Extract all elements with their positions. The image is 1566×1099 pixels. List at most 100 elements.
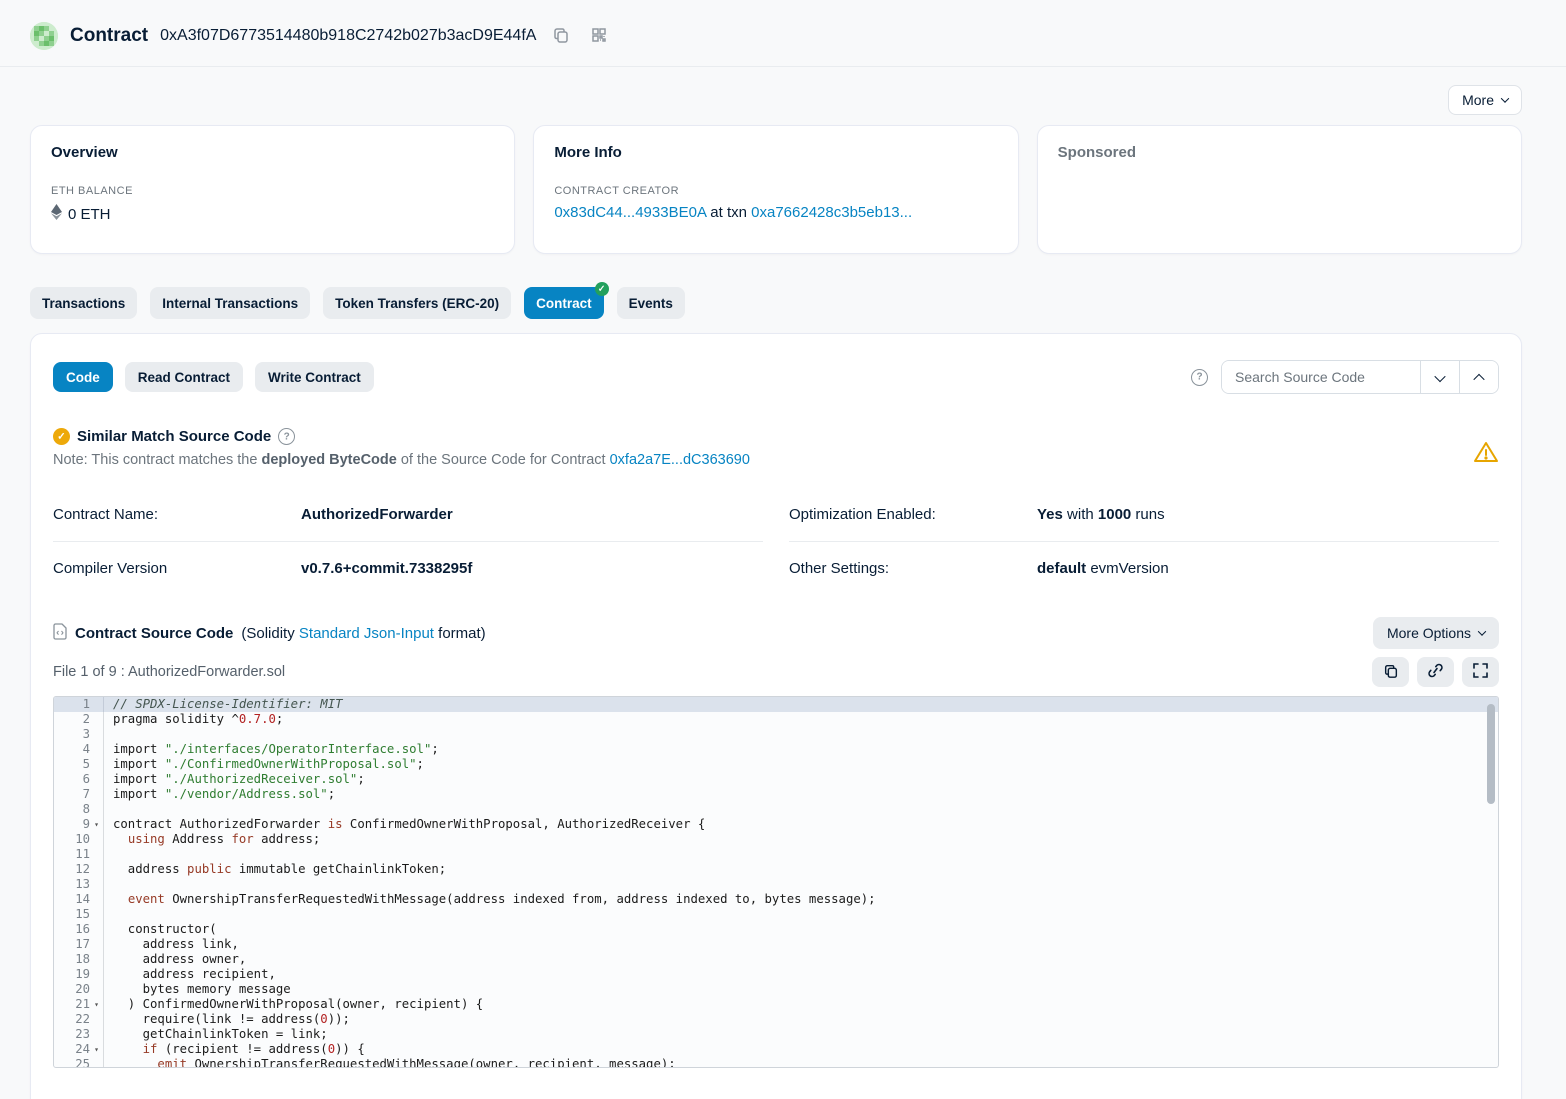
fold-toggle-icon[interactable]: ▾ bbox=[90, 997, 103, 1012]
code-line: 13 bbox=[54, 877, 1498, 892]
copy-icon bbox=[552, 26, 570, 47]
code-line: 23 getChainlinkToken = link; bbox=[54, 1027, 1498, 1042]
fold-gutter bbox=[90, 832, 103, 847]
copy-source-button[interactable] bbox=[1372, 657, 1409, 687]
fold-gutter bbox=[90, 1027, 103, 1042]
code-text bbox=[104, 907, 113, 922]
code-text: address recipient, bbox=[104, 967, 276, 982]
code-line: 3 bbox=[54, 727, 1498, 742]
line-number: 20 bbox=[54, 982, 90, 997]
fold-gutter bbox=[90, 922, 103, 937]
line-number: 11 bbox=[54, 847, 90, 862]
similar-match-check-icon bbox=[53, 428, 70, 445]
tab-token-transfers[interactable]: Token Transfers (ERC-20) bbox=[323, 287, 511, 319]
subtab-code[interactable]: Code bbox=[53, 362, 113, 392]
fold-gutter bbox=[90, 937, 103, 952]
code-text: pragma solidity ^0.7.0; bbox=[104, 712, 283, 727]
fold-gutter bbox=[90, 892, 103, 907]
at-txn-text: at txn bbox=[706, 204, 751, 221]
page-header: Contract 0xA3f07D6773514480b918C2742b027… bbox=[0, 0, 1566, 50]
fold-gutter bbox=[90, 727, 103, 742]
matched-contract-link[interactable]: 0xfa2a7E...dC363690 bbox=[610, 452, 750, 468]
code-text bbox=[104, 877, 113, 892]
line-number: 10 bbox=[54, 832, 90, 847]
line-number: 9 bbox=[54, 817, 90, 832]
permalink-button[interactable] bbox=[1417, 657, 1454, 687]
creation-txn-link[interactable]: 0xa7662428c3b5eb13... bbox=[751, 204, 912, 221]
search-source-code-input[interactable] bbox=[1222, 361, 1420, 393]
contract-creator-label: CONTRACT CREATOR bbox=[554, 185, 997, 197]
tab-contract[interactable]: Contract bbox=[524, 287, 604, 319]
subtab-read-contract[interactable]: Read Contract bbox=[125, 362, 243, 392]
code-line: 9▾contract AuthorizedForwarder is Confir… bbox=[54, 817, 1498, 832]
contract-name-value: AuthorizedForwarder bbox=[301, 506, 763, 523]
json-input-format-link[interactable]: Standard Json-Input bbox=[299, 625, 434, 642]
line-number: 12 bbox=[54, 862, 90, 877]
code-text: import "./interfaces/OperatorInterface.s… bbox=[104, 742, 439, 757]
line-number: 15 bbox=[54, 907, 90, 922]
more-options-button[interactable]: More Options bbox=[1373, 617, 1499, 649]
line-number: 18 bbox=[54, 952, 90, 967]
overview-card: Overview ETH BALANCE 0 ETH bbox=[30, 125, 515, 254]
eth-icon bbox=[51, 204, 62, 224]
other-settings-value: default evmVersion bbox=[1037, 560, 1499, 577]
search-help-icon[interactable] bbox=[1191, 369, 1208, 386]
subtab-write-contract[interactable]: Write Contract bbox=[255, 362, 374, 392]
code-text: bytes memory message bbox=[104, 982, 291, 997]
fold-gutter bbox=[90, 757, 103, 772]
tab-internal-transactions[interactable]: Internal Transactions bbox=[150, 287, 310, 319]
code-text: contract AuthorizedForwarder is Confirme… bbox=[104, 817, 705, 832]
source-format-text: (Solidity Standard Json-Input format) bbox=[241, 625, 485, 642]
optimization-label: Optimization Enabled: bbox=[789, 506, 1037, 523]
code-text: using Address for address; bbox=[104, 832, 320, 847]
line-number: 23 bbox=[54, 1027, 90, 1042]
warning-triangle-icon bbox=[1473, 451, 1499, 468]
fold-toggle-icon[interactable]: ▾ bbox=[90, 1042, 103, 1057]
fold-gutter bbox=[90, 802, 103, 817]
code-text bbox=[104, 847, 113, 862]
creator-address-link[interactable]: 0x83dC44...4933BE0A bbox=[554, 204, 706, 221]
chevron-down-icon bbox=[1501, 94, 1509, 102]
similar-match-help-icon[interactable] bbox=[278, 428, 295, 445]
line-number: 13 bbox=[54, 877, 90, 892]
fold-gutter bbox=[90, 862, 103, 877]
code-line: 15 bbox=[54, 907, 1498, 922]
code-text: constructor( bbox=[104, 922, 217, 937]
tab-events[interactable]: Events bbox=[617, 287, 685, 319]
header-divider bbox=[0, 66, 1566, 67]
fold-gutter bbox=[90, 982, 103, 997]
code-line: 7import "./vendor/Address.sol"; bbox=[54, 787, 1498, 802]
qr-code-button[interactable] bbox=[586, 23, 612, 49]
eth-balance-value: 0 ETH bbox=[68, 206, 111, 223]
code-lines: 1// SPDX-License-Identifier: MIT2pragma … bbox=[54, 697, 1498, 1067]
more-button[interactable]: More bbox=[1448, 85, 1522, 115]
code-text: import "./vendor/Address.sol"; bbox=[104, 787, 335, 802]
code-text: import "./ConfirmedOwnerWithProposal.sol… bbox=[104, 757, 424, 772]
compiler-version-value: v0.7.6+commit.7338295f bbox=[301, 560, 763, 577]
code-line: 14 event OwnershipTransferRequestedWithM… bbox=[54, 892, 1498, 907]
code-line: 6import "./AuthorizedReceiver.sol"; bbox=[54, 772, 1498, 787]
code-line: 16 constructor( bbox=[54, 922, 1498, 937]
search-next-button[interactable] bbox=[1420, 361, 1459, 393]
line-number: 14 bbox=[54, 892, 90, 907]
tab-transactions[interactable]: Transactions bbox=[30, 287, 137, 319]
fold-gutter bbox=[90, 952, 103, 967]
code-text: if (recipient != address(0)) { bbox=[104, 1042, 365, 1057]
fold-gutter bbox=[90, 1057, 103, 1067]
copy-address-button[interactable] bbox=[548, 23, 574, 49]
contract-name-label: Contract Name: bbox=[53, 506, 301, 523]
code-scrollbar[interactable] bbox=[1487, 704, 1495, 804]
chevron-down-icon bbox=[1434, 370, 1445, 381]
source-file-icon bbox=[53, 623, 67, 644]
other-settings-label: Other Settings: bbox=[789, 560, 1037, 577]
expand-button[interactable] bbox=[1462, 657, 1499, 687]
page-title: Contract bbox=[70, 25, 148, 47]
more-info-card-title: More Info bbox=[554, 144, 997, 161]
code-text bbox=[104, 727, 113, 742]
fold-toggle-icon[interactable]: ▾ bbox=[90, 817, 103, 832]
verified-check-badge-icon bbox=[595, 282, 609, 296]
line-number: 21 bbox=[54, 997, 90, 1012]
code-editor[interactable]: 1// SPDX-License-Identifier: MIT2pragma … bbox=[53, 696, 1499, 1068]
search-prev-button[interactable] bbox=[1459, 361, 1498, 393]
code-line: 21▾ ) ConfirmedOwnerWithProposal(owner, … bbox=[54, 997, 1498, 1012]
